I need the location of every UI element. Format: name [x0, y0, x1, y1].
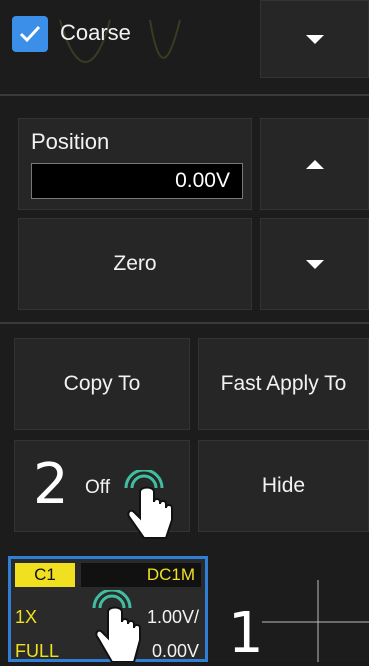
section-divider — [0, 322, 369, 324]
channel-probe: 1X — [15, 607, 38, 627]
tap-hand-icon — [92, 590, 141, 662]
channel-name-badge: C1 — [15, 563, 75, 587]
hide-button[interactable]: Hide — [198, 440, 369, 532]
position-label: Position — [31, 129, 110, 154]
channel-offset: 0.00V — [151, 641, 199, 661]
position-control: Position 0.00V — [18, 118, 252, 210]
section-divider — [0, 94, 369, 96]
channel-settings-panel: Coarse Position 0.00V Zero Copy To Fast … — [0, 0, 369, 662]
position-input[interactable]: 0.00V — [31, 163, 243, 199]
channel-scale: 1.00V/ — [146, 607, 199, 627]
hide-label: Hide — [261, 474, 306, 497]
fast-apply-to-label: Fast Apply To — [220, 372, 347, 395]
channel-coupling: DC1M — [81, 563, 201, 587]
arrow-up-icon — [305, 159, 324, 169]
step-1-annotation: 1 — [228, 601, 264, 666]
zero-label: Zero — [113, 252, 157, 275]
position-up-button[interactable] — [260, 118, 369, 210]
checkmark-icon — [19, 25, 41, 43]
fast-apply-to-button[interactable]: Fast Apply To — [198, 338, 369, 430]
position-down-button[interactable] — [260, 218, 369, 310]
channel-bandwidth: FULL — [15, 641, 60, 661]
off-label: Off — [85, 477, 110, 498]
coarse-checkbox[interactable] — [12, 16, 48, 52]
copy-to-button[interactable]: Copy To — [14, 338, 190, 430]
tap-hand-icon — [124, 470, 173, 539]
crosshair-line — [262, 580, 369, 662]
copy-to-label: Copy To — [63, 372, 141, 395]
arrow-down-icon — [305, 259, 324, 269]
zero-button[interactable]: Zero — [18, 218, 252, 310]
arrow-down-icon — [305, 34, 324, 44]
coarse-label: Coarse — [60, 20, 131, 45]
step-2-annotation: 2 — [33, 452, 69, 517]
coarse-down-button[interactable] — [260, 0, 369, 78]
